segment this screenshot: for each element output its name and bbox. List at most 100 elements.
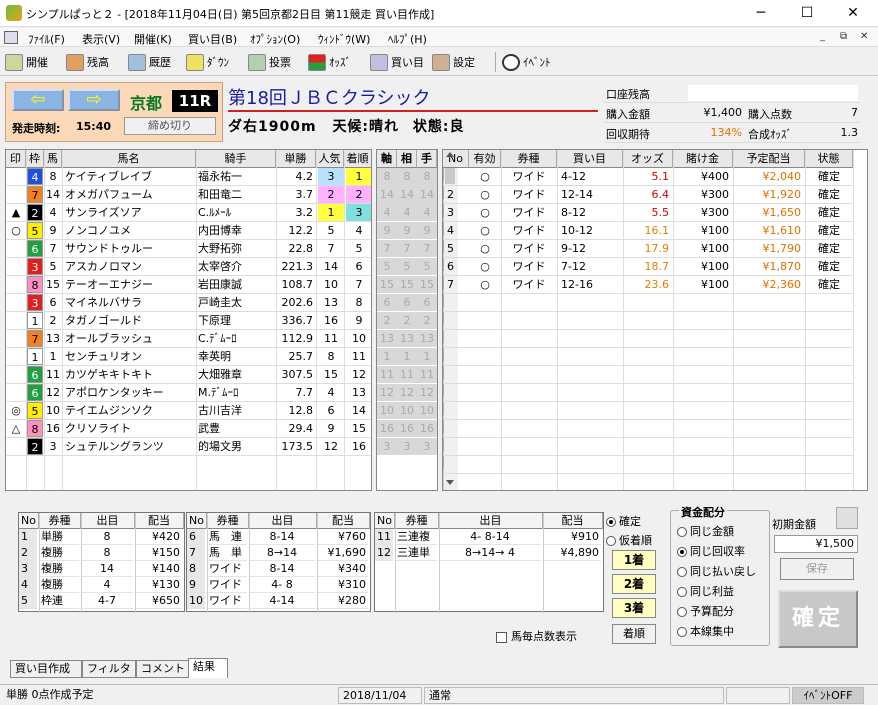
- menu-bets[interactable]: 買い目(B): [188, 31, 237, 47]
- bet-row[interactable]: [443, 330, 853, 348]
- toolbar-balance-button[interactable]: 残高: [66, 52, 109, 72]
- wheel-cell[interactable]: 1: [397, 348, 417, 365]
- save-button[interactable]: 保存: [780, 558, 854, 580]
- mdi-restore-button[interactable]: ⧉: [840, 31, 847, 42]
- wheel-cell[interactable]: 15: [417, 276, 437, 293]
- points-checkbox[interactable]: 馬毎点数表示: [496, 628, 577, 644]
- bet-row[interactable]: [443, 456, 853, 474]
- wheel-cell[interactable]: 15: [397, 276, 417, 293]
- wheel-cell[interactable]: 16: [377, 420, 397, 437]
- mark-cell[interactable]: [6, 366, 26, 383]
- wheel-cell[interactable]: 3: [397, 438, 417, 455]
- column-header[interactable]: 状態: [805, 150, 853, 168]
- wheel-cell[interactable]: 2: [377, 312, 397, 329]
- wheel-cell[interactable]: 1: [377, 348, 397, 365]
- toolbar-odds-button[interactable]: ｵｯｽﾞ: [308, 52, 351, 72]
- mdi-close-button[interactable]: ✕: [860, 31, 868, 42]
- tab-filter[interactable]: フィルタ: [82, 660, 136, 678]
- wheel-cell[interactable]: 6: [377, 294, 397, 311]
- mark-cell[interactable]: [6, 294, 26, 311]
- prev-race-button[interactable]: ⇦: [12, 89, 64, 111]
- mdi-minimize-button[interactable]: _: [820, 31, 825, 42]
- column-header[interactable]: オッズ: [623, 150, 673, 168]
- wheel-cell[interactable]: 12: [417, 384, 437, 401]
- wheel-cell[interactable]: 11: [397, 366, 417, 383]
- bet-row[interactable]: [443, 348, 853, 366]
- bet-row[interactable]: [443, 384, 853, 402]
- menu-window[interactable]: ｳｨﾝﾄﾞｳ(W): [318, 31, 370, 47]
- closing-button[interactable]: 締め切り: [124, 117, 216, 135]
- mark-cell[interactable]: [6, 438, 26, 455]
- bet-row[interactable]: [443, 420, 853, 438]
- horse-row[interactable]: ◎ 5 10 テイエムジンソク 古川吉洋 12.8 6 14: [6, 402, 371, 420]
- minimize-button[interactable]: ─: [738, 0, 784, 27]
- horse-row[interactable]: △ 8 16 クリソライト 武豊 29.4 9 15: [6, 420, 371, 438]
- column-header[interactable]: 券種: [501, 150, 557, 168]
- mark-cell[interactable]: ○: [6, 222, 26, 239]
- bet-row[interactable]: 5 ○ ワイド 9-12 17.9 ¥100 ¥1,790 確定: [443, 240, 853, 258]
- scrollbar-thumb[interactable]: [445, 168, 455, 184]
- wheel-cell[interactable]: 16: [397, 420, 417, 437]
- valid-flag[interactable]: ○: [469, 258, 501, 275]
- wheel-header[interactable]: 手: [417, 150, 437, 168]
- wheel-cell[interactable]: 9: [377, 222, 397, 239]
- event-off-indicator[interactable]: ｲﾍﾞﾝﾄOFF: [792, 687, 864, 704]
- column-header[interactable]: 馬: [44, 150, 62, 168]
- wheel-cell[interactable]: 10: [417, 402, 437, 419]
- mark-cell[interactable]: [6, 348, 26, 365]
- scroll-down-icon[interactable]: [446, 480, 454, 485]
- toolbar-settings-button[interactable]: 設定: [432, 52, 475, 72]
- fund-option-radio[interactable]: 同じ利益: [677, 583, 734, 599]
- wheel-cell[interactable]: 8: [397, 168, 417, 185]
- horse-row[interactable]: 6 7 サウンドトゥルー 大野拓弥 22.8 7 5: [6, 240, 371, 258]
- menu-help[interactable]: ﾍﾙﾌﾟ(H): [388, 31, 427, 47]
- wheel-cell[interactable]: 5: [417, 258, 437, 275]
- wheel-cell[interactable]: 2: [397, 312, 417, 329]
- valid-flag[interactable]: ○: [469, 276, 501, 293]
- horse-row[interactable]: 7 13 オールブラッシュ C.ﾃﾞﾑｰﾛ 112.9 11 10: [6, 330, 371, 348]
- horse-row[interactable]: 3 5 アスカノロマン 太宰啓介 221.3 14 6: [6, 258, 371, 276]
- horse-row[interactable]: 3 6 マイネルバサラ 戸崎圭太 202.6 13 8: [6, 294, 371, 312]
- column-header[interactable]: 騎手: [196, 150, 276, 168]
- fund-option-radio[interactable]: 同じ払い戻し: [677, 563, 756, 579]
- fund-option-radio[interactable]: 同じ金額: [677, 523, 734, 539]
- bet-row[interactable]: 6 ○ ワイド 7-12 18.7 ¥100 ¥1,870 確定: [443, 258, 853, 276]
- column-header[interactable]: 賭け金: [673, 150, 733, 168]
- tab-comment[interactable]: コメント: [136, 660, 190, 678]
- wheel-cell[interactable]: 5: [377, 258, 397, 275]
- next-race-button[interactable]: ⇨: [68, 89, 120, 111]
- wheel-cell[interactable]: 9: [417, 222, 437, 239]
- horse-row[interactable]: 7 14 オメガパフューム 和田竜二 3.7 2 2: [6, 186, 371, 204]
- wheel-cell[interactable]: 7: [417, 240, 437, 257]
- wheel-cell[interactable]: 4: [417, 204, 437, 221]
- bets-table[interactable]: No有効券種買い目オッズ賭け金予定配当状態1○ワイド4-125.1¥400¥2,…: [442, 149, 868, 491]
- column-header[interactable]: 枠: [26, 150, 44, 168]
- toolbar-event-button[interactable]: ｲﾍﾞﾝﾄ: [502, 52, 551, 72]
- horse-row[interactable]: 2 3 シュテルングランツ 的場文男 173.5 12 16: [6, 438, 371, 456]
- bet-row[interactable]: 3 ○ ワイド 8-12 5.5 ¥300 ¥1,650 確定: [443, 204, 853, 222]
- wheel-cell[interactable]: 7: [397, 240, 417, 257]
- bet-row[interactable]: [443, 294, 853, 312]
- wheel-cell[interactable]: 6: [417, 294, 437, 311]
- column-header[interactable]: 有効: [469, 150, 501, 168]
- confirm-button[interactable]: 確定: [778, 590, 858, 648]
- valid-flag[interactable]: ○: [469, 204, 501, 221]
- wheel-cell[interactable]: 10: [377, 402, 397, 419]
- menu-options[interactable]: ｵﾌﾟｼｮﾝ(O): [250, 31, 300, 47]
- horse-row[interactable]: 8 15 テーオーエナジー 岩田康誠 108.7 10 7: [6, 276, 371, 294]
- column-header[interactable]: 印: [6, 150, 26, 168]
- wheel-cell[interactable]: 6: [397, 294, 417, 311]
- wheel-cell[interactable]: 3: [377, 438, 397, 455]
- mark-cell[interactable]: △: [6, 420, 26, 437]
- mark-cell[interactable]: [6, 240, 26, 257]
- wheel-cell[interactable]: 9: [397, 222, 417, 239]
- wheel-cell[interactable]: 13: [417, 330, 437, 347]
- bet-row[interactable]: [443, 402, 853, 420]
- first-place-button[interactable]: 1着: [612, 550, 656, 570]
- wheel-cell[interactable]: 4: [377, 204, 397, 221]
- wheel-header[interactable]: 相: [397, 150, 417, 168]
- initial-amount-input[interactable]: ¥1,500: [774, 535, 858, 553]
- close-button[interactable]: ✕: [830, 0, 876, 27]
- toolbar-bets-button[interactable]: 買い目: [370, 52, 424, 72]
- column-header[interactable]: 人気: [316, 150, 344, 168]
